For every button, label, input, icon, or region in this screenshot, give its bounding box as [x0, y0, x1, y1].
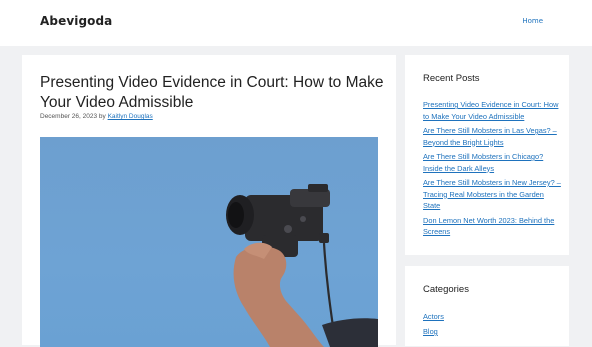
recent-post-link[interactable]: Presenting Video Evidence in Court: How …: [423, 100, 558, 121]
video-camera-photo: [226, 184, 378, 347]
article-meta: December 26, 2023 by Kaitlyn Douglas: [40, 113, 153, 120]
site-title[interactable]: Abevigoda: [40, 14, 112, 28]
featured-image: [40, 137, 378, 347]
recent-post-link[interactable]: Are There Still Mobsters in Chicago? Ins…: [423, 152, 543, 173]
article-card: Presenting Video Evidence in Court: How …: [22, 55, 396, 347]
site-header: Abevigoda Home: [0, 0, 592, 46]
hand-shape: [233, 242, 378, 347]
list-item: Are There Still Mobsters in New Jersey? …: [423, 177, 563, 212]
recent-post-link[interactable]: Are There Still Mobsters in Las Vegas? –…: [423, 126, 557, 147]
recent-posts-widget: Recent Posts Presenting Video Evidence i…: [405, 55, 569, 255]
list-item: Are There Still Mobsters in Las Vegas? –…: [423, 125, 563, 148]
recent-post-link[interactable]: Don Lemon Net Worth 2023: Behind the Scr…: [423, 216, 554, 237]
article-title: Presenting Video Evidence in Court: How …: [40, 74, 384, 111]
recent-posts-title: Recent Posts: [423, 73, 480, 84]
recent-posts-list: Presenting Video Evidence in Court: How …: [423, 99, 563, 241]
categories-widget: Categories Actors Blog: [405, 266, 569, 346]
list-item: Are There Still Mobsters in Chicago? Ins…: [423, 151, 563, 174]
categories-title: Categories: [423, 284, 469, 295]
article-author-link[interactable]: Kaitlyn Douglas: [108, 113, 153, 120]
nav-home-link[interactable]: Home: [522, 17, 543, 25]
category-link-blog[interactable]: Blog: [423, 327, 438, 336]
list-item: Actors: [423, 311, 563, 323]
article-date: December 26, 2023: [40, 113, 98, 120]
list-item: Presenting Video Evidence in Court: How …: [423, 99, 563, 122]
article-by-label: by: [98, 113, 106, 120]
list-item: Blog: [423, 326, 563, 338]
recent-post-link[interactable]: Are There Still Mobsters in New Jersey? …: [423, 178, 561, 210]
category-link-actors[interactable]: Actors: [423, 312, 444, 321]
list-item: Don Lemon Net Worth 2023: Behind the Scr…: [423, 215, 563, 238]
